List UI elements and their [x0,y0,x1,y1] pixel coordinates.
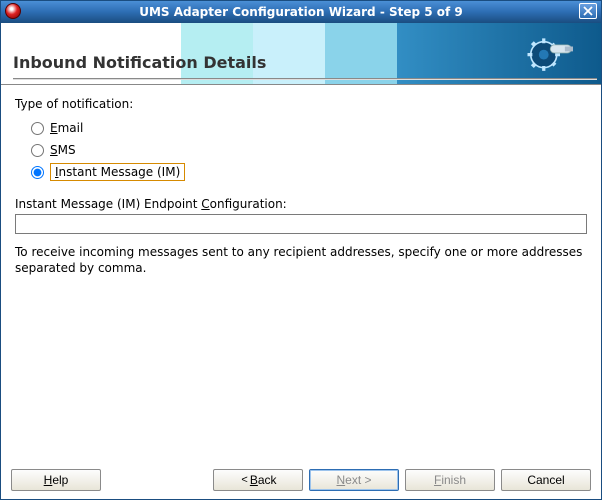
hint-text: To receive incoming messages sent to any… [15,244,587,276]
finish-label: inish [441,473,466,487]
endpoint-label-pre: Instant Message (IM) Endpoint [15,197,201,211]
endpoint-block: Instant Message (IM) Endpoint Configurat… [15,197,587,234]
radio-sms[interactable] [31,144,44,157]
next-label: ext > [345,473,371,487]
radio-email-label[interactable]: Email [50,121,83,135]
next-button[interactable]: Next > [309,469,399,491]
content-area: Inbound Notification Details [1,23,601,499]
banner-separator [13,78,597,80]
radio-im[interactable] [31,166,44,179]
finish-button[interactable]: Finish [405,469,495,491]
help-mnemonic: H [44,473,53,487]
radio-row-email: Email [31,117,587,139]
banner: Inbound Notification Details [1,23,601,85]
window-title: UMS Adapter Configuration Wizard - Step … [139,5,463,19]
endpoint-input[interactable] [15,214,587,234]
finish-mnemonic: F [434,473,441,487]
close-icon [583,6,593,16]
titlebar-right [579,3,597,19]
radio-row-im: Instant Message (IM) [31,161,587,183]
back-arrow-icon: < [241,474,247,486]
cancel-label: Cancel [527,473,564,487]
endpoint-label: Instant Message (IM) Endpoint Configurat… [15,197,587,211]
close-button[interactable] [579,3,597,19]
notification-type-group: Email SMS Instant Message (IM) [31,117,587,183]
cancel-button[interactable]: Cancel [501,469,591,491]
endpoint-label-post: onfiguration: [210,197,287,211]
titlebar-left [5,3,21,19]
type-label: Type of notification: [15,97,587,111]
back-button[interactable]: < Back [213,469,303,491]
next-mnemonic: N [336,473,345,487]
gear-icon [521,27,573,82]
back-label: ack [258,473,277,487]
radio-email[interactable] [31,122,44,135]
dialog-window: UMS Adapter Configuration Wizard - Step … [0,0,602,500]
button-bar: Help < Back Next > Finish Cancel [1,467,601,499]
radio-sms-label[interactable]: SMS [50,143,76,157]
app-icon [5,3,21,19]
radio-im-label[interactable]: Instant Message (IM) [50,163,185,181]
titlebar: UMS Adapter Configuration Wizard - Step … [1,1,601,23]
help-label: elp [52,473,68,487]
form-body: Type of notification: Email SMS Instant … [1,85,601,467]
help-button[interactable]: Help [11,469,101,491]
back-mnemonic: B [250,473,258,487]
radio-row-sms: SMS [31,139,587,161]
page-heading: Inbound Notification Details [13,53,266,72]
endpoint-label-mnemonic: C [201,197,209,211]
